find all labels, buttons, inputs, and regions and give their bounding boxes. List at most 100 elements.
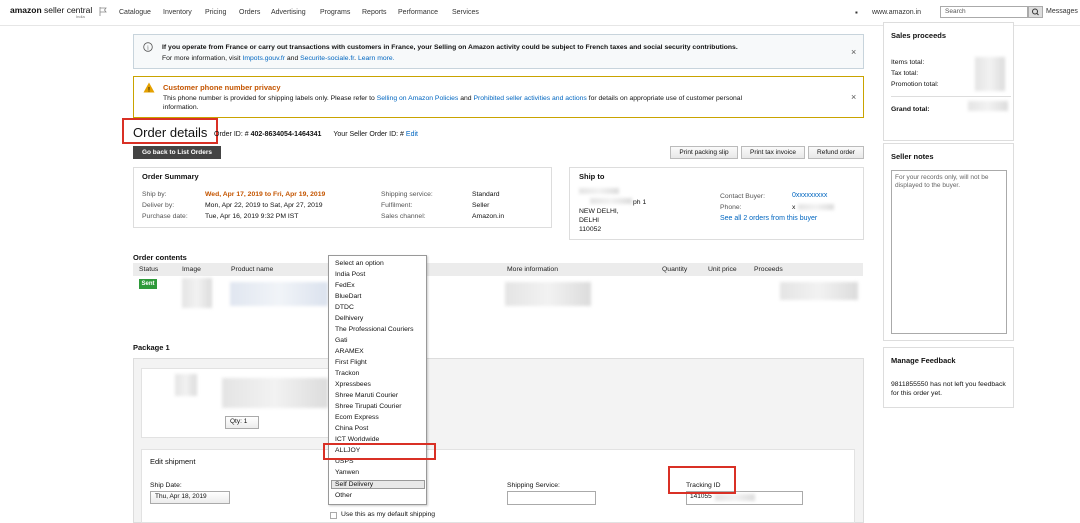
- sales-channel-label: Sales channel:: [381, 213, 426, 220]
- default-shipping-label: Use this as my default shipping: [341, 511, 436, 518]
- order-id-line: Order ID: # 402-8634054-1464341 Your Sel…: [214, 131, 418, 138]
- shipping-service-input[interactable]: [507, 491, 596, 505]
- phone-alert-suffix: for details on appropriate use of custom…: [586, 95, 743, 102]
- france-alert-line1: If you operate from France or carry out …: [162, 44, 738, 51]
- print-packing-slip-button[interactable]: Print packing slip: [670, 146, 738, 159]
- annotation-box-alljoy: [323, 443, 436, 460]
- qty-select[interactable]: Qty: 1: [225, 416, 259, 429]
- info-icon: i: [143, 42, 153, 52]
- tracking-id-redacted: [715, 494, 755, 501]
- option-xpressbees[interactable]: Xpressbees: [335, 381, 371, 388]
- col-product-name: Product name: [231, 266, 274, 273]
- purchase-date-value: Tue, Apr 16, 2019 9:32 PM IST: [205, 213, 299, 220]
- nav-performance[interactable]: Performance: [398, 9, 438, 16]
- print-tax-invoice-button[interactable]: Print tax invoice: [741, 146, 805, 159]
- col-image: Image: [182, 266, 201, 273]
- option-shree-maruti[interactable]: Shree Maruti Courier: [335, 392, 398, 399]
- back-to-list-button[interactable]: Go back to List Orders: [133, 146, 221, 159]
- option-gati[interactable]: Gati: [335, 337, 347, 344]
- selling-policies-link[interactable]: Selling on Amazon Policies: [377, 95, 459, 102]
- shipping-service-value: Standard: [472, 191, 500, 198]
- product-name-redacted[interactable]: [230, 282, 328, 306]
- shipping-service-field-label: Shipping Service:: [507, 482, 560, 489]
- impots-link[interactable]: Impots.gouv.fr: [242, 55, 285, 62]
- option-first-flight[interactable]: First Flight: [335, 359, 367, 366]
- option-shree-tirupati[interactable]: Shree Tirupati Courier: [335, 403, 402, 410]
- seller-order-id-label: Your Seller Order ID: #: [333, 131, 404, 138]
- messages-link[interactable]: Messages: [1046, 8, 1078, 15]
- ship-date-select[interactable]: Thu, Apr 18, 2019: [150, 491, 230, 504]
- col-more-information: More information: [507, 266, 558, 273]
- option-yanwen[interactable]: Yanwen: [335, 469, 359, 476]
- warning-icon: !: [143, 82, 155, 93]
- option-select[interactable]: Select an option: [335, 260, 384, 267]
- order-id-value: 402-8634054-1464341: [250, 131, 322, 138]
- seller-notes-title: Seller notes: [891, 152, 934, 161]
- france-alert-and: and: [285, 55, 301, 62]
- option-self-delivery[interactable]: Self Delivery: [335, 481, 373, 488]
- order-id-label: Order ID: #: [214, 131, 249, 138]
- option-ict-worldwide[interactable]: ICT Worldwide: [335, 436, 379, 443]
- nav-reports[interactable]: Reports: [362, 9, 387, 16]
- nav-services[interactable]: Services: [452, 9, 479, 16]
- phone-alert-and: and: [458, 95, 474, 102]
- manage-feedback-title: Manage Feedback: [891, 356, 956, 365]
- grand-total-redacted: [968, 101, 1008, 111]
- contact-buyer-link[interactable]: 0xxxxxxxxx: [792, 192, 827, 199]
- edit-shipment-box: [141, 449, 855, 523]
- option-aramex[interactable]: ARAMEX: [335, 348, 364, 355]
- option-delhivery[interactable]: Delhivery: [335, 315, 363, 322]
- option-other[interactable]: Other: [335, 492, 352, 499]
- france-alert-prefix: For more information, visit: [162, 55, 243, 62]
- option-trackon[interactable]: Trackon: [335, 370, 359, 377]
- nav-orders[interactable]: Orders: [239, 9, 260, 16]
- carrier-dropdown[interactable]: Select an option India Post FedEx BlueDa…: [328, 255, 427, 505]
- option-china-post[interactable]: China Post: [335, 425, 368, 432]
- phone-alert-line2: information.: [163, 104, 199, 111]
- close-icon[interactable]: ×: [851, 47, 856, 57]
- svg-text:!: !: [148, 87, 150, 93]
- address-line1: ph 1: [633, 199, 647, 206]
- seller-central-logo[interactable]: amazon seller central India: [10, 5, 92, 19]
- phone-alert-prefix: This phone number is provided for shippi…: [163, 95, 377, 102]
- option-bluedart[interactable]: BlueDart: [335, 293, 361, 300]
- edit-seller-order-id-link[interactable]: Edit: [406, 131, 418, 138]
- sales-channel-value: Amazon.in: [472, 213, 505, 220]
- status-badge: Sent: [139, 279, 157, 289]
- package-image-redacted: [175, 374, 197, 396]
- see-all-orders-link[interactable]: See all 2 orders from this buyer: [720, 215, 817, 222]
- seller-notes-textarea[interactable]: For your records only, will not be displ…: [891, 170, 1007, 334]
- search-input[interactable]: Search: [940, 6, 1028, 18]
- default-shipping-checkbox[interactable]: [330, 512, 337, 519]
- nav-advertising[interactable]: Advertising: [271, 9, 306, 16]
- learn-more-link[interactable]: Learn more.: [358, 55, 395, 62]
- close-icon[interactable]: ×: [851, 92, 856, 102]
- address-line4: 110052: [579, 226, 602, 233]
- redacted-phone: [798, 204, 834, 210]
- ship-date-label: Ship Date:: [150, 482, 182, 489]
- marketplace-selector[interactable]: www.amazon.in: [872, 9, 921, 16]
- option-india-post[interactable]: India Post: [335, 271, 365, 278]
- deliver-by-value: Mon, Apr 22, 2019 to Sat, Apr 27, 2019: [205, 202, 323, 209]
- ship-by-label: Ship by:: [142, 191, 167, 198]
- nav-pricing[interactable]: Pricing: [205, 9, 226, 16]
- fulfilment-label: Fulfilment:: [381, 202, 413, 209]
- address-line2: NEW DELHI,: [579, 208, 619, 215]
- nav-catalogue[interactable]: Catalogue: [119, 9, 151, 16]
- nav-programs[interactable]: Programs: [320, 9, 350, 16]
- refund-order-button[interactable]: Refund order: [808, 146, 864, 159]
- shipping-service-label: Shipping service:: [381, 191, 433, 198]
- prohibited-activities-link[interactable]: Prohibited seller activities and actions: [473, 95, 586, 102]
- search-button[interactable]: [1028, 6, 1043, 18]
- option-professional-couriers[interactable]: The Professional Couriers: [335, 326, 414, 333]
- option-fedex[interactable]: FedEx: [335, 282, 355, 289]
- option-ecom-express[interactable]: Ecom Express: [335, 414, 379, 421]
- logo-brand: amazon: [10, 5, 42, 15]
- address-line3: DELHI: [579, 217, 600, 224]
- annotation-box-tracking: [668, 466, 736, 494]
- flag-icon[interactable]: [99, 7, 107, 16]
- option-dtdc[interactable]: DTDC: [335, 304, 354, 311]
- nav-inventory[interactable]: Inventory: [163, 9, 192, 16]
- ship-by-value: Wed, Apr 17, 2019 to Fri, Apr 19, 2019: [205, 191, 326, 198]
- securite-sociale-link[interactable]: Securite-sociale.fr: [300, 55, 354, 62]
